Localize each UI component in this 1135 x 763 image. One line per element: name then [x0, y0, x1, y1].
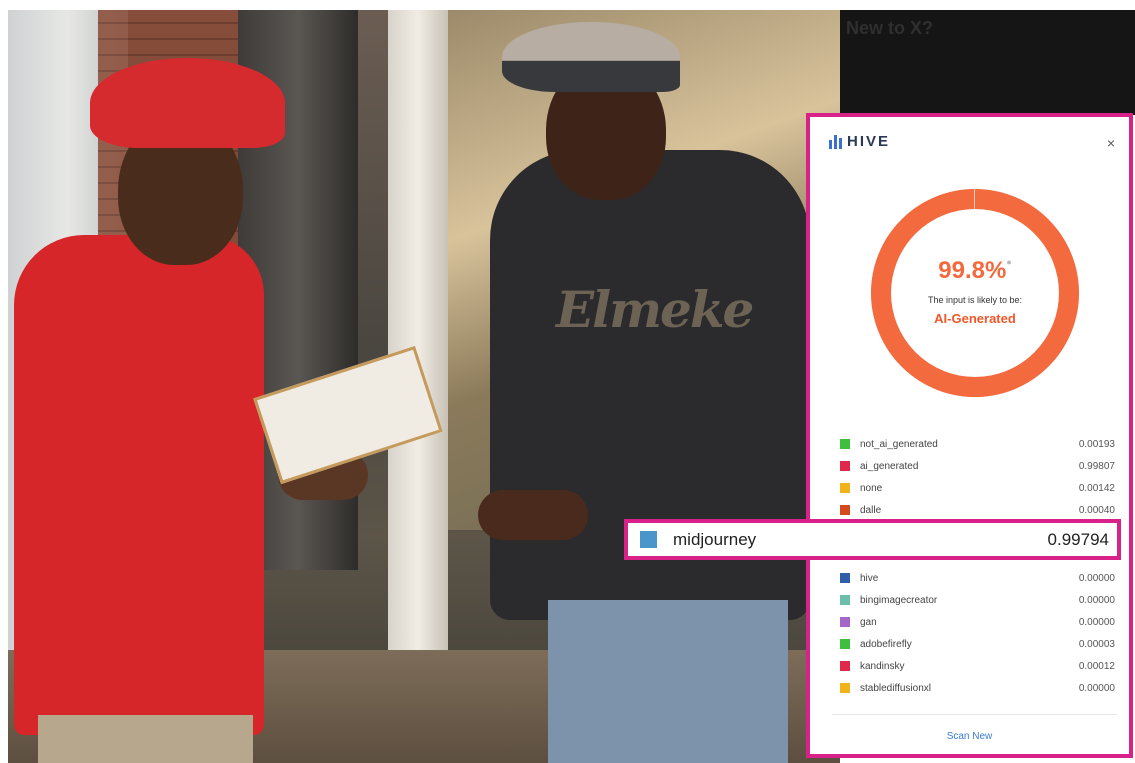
- color-swatch: [840, 461, 850, 471]
- class-list-top: not_ai_generated 0.00193 ai_generated 0.998…: [840, 433, 1115, 521]
- x-sidebar-title: New to X?: [846, 18, 934, 38]
- class-list-bottom: hive 0.00000 bingimagecreator 0.00000 gan 0.0…: [840, 567, 1115, 699]
- color-swatch: [840, 595, 850, 605]
- highlighted-row-midjourney: midjourney 0.99794: [624, 519, 1121, 560]
- color-swatch: [840, 639, 850, 649]
- class-label: kandinsky: [860, 660, 905, 672]
- class-label: not_ai_generated: [860, 438, 938, 450]
- hive-logo: HIVE: [829, 133, 890, 150]
- class-value: 0.00003: [1078, 638, 1115, 650]
- class-row: bingimagecreator 0.00000: [840, 589, 1115, 611]
- class-label: adobefirefly: [860, 638, 912, 650]
- class-row: adobefirefly 0.00003: [840, 633, 1115, 655]
- x-sidebar-background: New to X?: [840, 10, 1135, 115]
- info-icon[interactable]: ●: [1006, 257, 1011, 267]
- photo-red-cap: [90, 58, 285, 148]
- hive-popup: HIVE × 99.8%● The input is likely to be:…: [806, 113, 1133, 758]
- class-row: kandinsky 0.00012: [840, 655, 1115, 677]
- photo-porch-column: [388, 10, 448, 650]
- class-value: 0.00000: [1078, 616, 1115, 628]
- color-swatch: [840, 617, 850, 627]
- class-label: bingimagecreator: [860, 594, 938, 606]
- color-swatch: [840, 505, 850, 515]
- color-swatch: [840, 483, 850, 493]
- class-label: stablediffusionxl: [860, 682, 931, 694]
- class-row: stablediffusionxl 0.00000: [840, 677, 1115, 699]
- photo-jeans: [548, 600, 788, 763]
- class-value: 0.00193: [1078, 438, 1115, 450]
- score-ring: [871, 189, 1079, 397]
- color-swatch: [840, 661, 850, 671]
- midjourney-label: midjourney: [673, 529, 757, 549]
- class-row: none 0.00142: [840, 477, 1115, 499]
- class-label: none: [860, 482, 883, 494]
- class-row: dalle 0.00040: [840, 499, 1115, 521]
- photo-man-pants: [38, 715, 253, 763]
- class-row: ai_generated 0.99807: [840, 455, 1115, 477]
- close-icon[interactable]: ×: [1107, 135, 1115, 151]
- class-value: 0.00040: [1078, 504, 1115, 516]
- likely-text: The input is likely to be:: [927, 295, 1023, 305]
- photo-trucker-cap: [502, 22, 680, 92]
- photo-man-red-shirt: [14, 235, 264, 735]
- color-swatch: [840, 573, 850, 583]
- score-ring-fill: [871, 189, 1079, 397]
- class-row: hive 0.00000: [840, 567, 1115, 589]
- midjourney-swatch: [640, 531, 657, 548]
- class-label: gan: [860, 616, 877, 628]
- class-label: hive: [860, 572, 879, 584]
- photo-hand: [478, 490, 588, 540]
- class-value: 0.99807: [1078, 460, 1115, 472]
- divider: [832, 714, 1117, 715]
- class-value: 0.00142: [1078, 482, 1115, 494]
- class-row: not_ai_generated 0.00193: [840, 433, 1115, 455]
- class-value: 0.00000: [1078, 594, 1115, 606]
- hive-logo-icon: [829, 134, 842, 149]
- class-value: 0.00012: [1078, 660, 1115, 672]
- class-label: dalle: [860, 504, 882, 516]
- hive-brand: HIVE: [847, 133, 891, 150]
- verdict-label: AI-Generated: [934, 311, 1016, 326]
- color-swatch: [840, 683, 850, 693]
- class-value: 0.00000: [1078, 682, 1115, 694]
- hive-header: HIVE ×: [810, 117, 1129, 167]
- class-label: ai_generated: [860, 460, 919, 472]
- score-percentage: 99.8%●: [871, 257, 1079, 285]
- midjourney-value: 0.99794: [1047, 529, 1109, 549]
- background-photo: Elmeke: [8, 10, 840, 763]
- color-swatch: [840, 439, 850, 449]
- photo-shirt-print: Elmeke: [556, 280, 754, 339]
- class-value: 0.00000: [1078, 572, 1115, 584]
- scan-new-button[interactable]: Scan New: [810, 731, 1129, 742]
- score-value: 99.8%: [938, 257, 1007, 284]
- class-row: gan 0.00000: [840, 611, 1115, 633]
